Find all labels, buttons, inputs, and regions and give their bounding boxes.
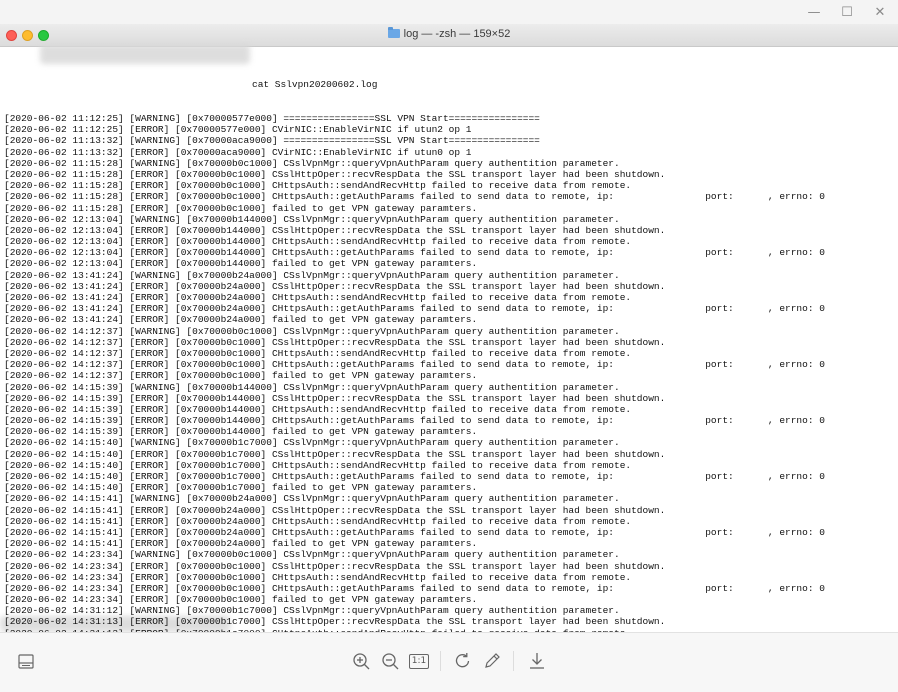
terminal-title: log — -zsh — 159×52: [0, 27, 898, 40]
log-line: [2020-06-02 14:12:37] [WARNING] [0x70000…: [4, 325, 620, 337]
log-line: [2020-06-02 12:13:04] [WARNING] [0x70000…: [4, 213, 620, 225]
log-line: [2020-06-02 11:15:28] [WARNING] [0x70000…: [4, 157, 620, 169]
log-line: [2020-06-02 11:13:32] [WARNING] [0x70000…: [4, 135, 540, 147]
log-line: [2020-06-02 14:15:40] [ERROR] [0x70000b1…: [4, 482, 478, 494]
download-icon[interactable]: [525, 649, 549, 673]
log-line: [2020-06-02 14:15:39] [ERROR] [0x70000b1…: [4, 392, 666, 404]
log-line: [2020-06-02 13:41:24] [WARNING] [0x70000…: [4, 269, 620, 281]
log-line: [2020-06-02 14:23:34] [ERROR] [0x70000b0…: [4, 560, 666, 572]
log-line: [2020-06-02 12:13:04] [ERROR] [0x70000b1…: [4, 224, 666, 236]
log-line: [2020-06-02 13:41:24] [ERROR] [0x70000b2…: [4, 303, 825, 315]
actual-size-icon[interactable]: 1:1: [407, 649, 431, 673]
close-icon[interactable]: ✕: [872, 5, 888, 21]
rotate-icon[interactable]: [451, 649, 475, 673]
log-line: [2020-06-02 12:13:04] [ERROR] [0x70000b1…: [4, 258, 478, 270]
log-line: [2020-06-02 14:15:41] [ERROR] [0x70000b2…: [4, 515, 632, 527]
log-line: [2020-06-02 12:13:04] [ERROR] [0x70000b1…: [4, 236, 632, 248]
log-line: [2020-06-02 11:15:28] [ERROR] [0x70000b0…: [4, 180, 632, 192]
log-line: [2020-06-02 14:31:13] [ERROR] [0x70000b1…: [4, 616, 666, 628]
log-line: [2020-06-02 14:12:37] [ERROR] [0x70000b0…: [4, 370, 478, 382]
log-line: [2020-06-02 14:15:39] [ERROR] [0x70000b1…: [4, 426, 478, 438]
terminal-title-text: log — -zsh — 159×52: [403, 28, 511, 40]
terminal-output[interactable]: cat Sslvpn20200602.log [2020-06-02 11:12…: [4, 57, 894, 632]
log-line: [2020-06-02 14:15:41] [ERROR] [0x70000b2…: [4, 504, 666, 516]
log-line: [2020-06-02 14:15:41] [WARNING] [0x70000…: [4, 493, 620, 505]
log-line: [2020-06-02 12:13:04] [ERROR] [0x70000b1…: [4, 247, 825, 259]
zoom-in-icon[interactable]: [349, 649, 373, 673]
terminal-window: log — -zsh — 159×52 cat Sslvpn20200602.l…: [0, 24, 898, 632]
log-line: [2020-06-02 14:12:37] [ERROR] [0x70000b0…: [4, 336, 666, 348]
log-line: [2020-06-02 11:12:25] [WARNING] [0x70000…: [4, 113, 540, 124]
edit-pen-icon[interactable]: [480, 649, 504, 673]
log-line: [2020-06-02 14:15:39] [ERROR] [0x70000b1…: [4, 415, 825, 427]
log-line: [2020-06-02 13:41:24] [ERROR] [0x70000b2…: [4, 292, 632, 303]
log-line: [2020-06-02 14:31:12] [WARNING] [0x70000…: [4, 605, 620, 617]
toolbar-divider: [440, 651, 441, 671]
log-line: [2020-06-02 11:15:28] [ERROR] [0x70000b0…: [4, 202, 478, 214]
log-line: [2020-06-02 14:15:40] [ERROR] [0x70000b1…: [4, 471, 825, 482]
log-line: [2020-06-02 14:15:40] [WARNING] [0x70000…: [4, 437, 620, 449]
command-text: cat Sslvpn20200602.log: [252, 79, 378, 91]
log-line: [2020-06-02 14:23:34] [ERROR] [0x70000b0…: [4, 594, 478, 606]
sidebar-icon[interactable]: [14, 649, 38, 673]
zoom-out-icon[interactable]: [378, 649, 402, 673]
log-line: [2020-06-02 14:15:41] [ERROR] [0x70000b2…: [4, 526, 825, 538]
folder-icon: [387, 27, 400, 38]
log-line: [2020-06-02 14:23:34] [ERROR] [0x70000b0…: [4, 582, 825, 594]
minimize-icon[interactable]: —: [806, 5, 822, 21]
log-line: [2020-06-02 14:23:34] [WARNING] [0x70000…: [4, 549, 620, 561]
log-line: [2020-06-02 11:12:25] [ERROR] [0x7000057…: [4, 124, 472, 136]
log-line: [2020-06-02 14:15:40] [ERROR] [0x70000b1…: [4, 459, 632, 471]
log-line: [2020-06-02 14:15:41] [ERROR] [0x70000b2…: [4, 538, 478, 550]
log-line: [2020-06-02 14:15:40] [ERROR] [0x70000b1…: [4, 448, 666, 460]
log-line: [2020-06-02 14:15:39] [ERROR] [0x70000b1…: [4, 403, 632, 415]
log-line: [2020-06-02 13:41:24] [ERROR] [0x70000b2…: [4, 280, 666, 292]
log-line: [2020-06-02 14:12:37] [ERROR] [0x70000b0…: [4, 347, 632, 359]
log-line: [2020-06-02 14:15:39] [WARNING] [0x70000…: [4, 381, 620, 393]
log-line: [2020-06-02 11:15:28] [ERROR] [0x70000b0…: [4, 191, 825, 203]
viewer-toolbar: 1:1: [0, 632, 898, 692]
maximize-icon[interactable]: ☐: [839, 5, 855, 21]
toolbar-divider: [513, 651, 514, 671]
command-line: cat Sslvpn20200602.log: [4, 79, 894, 90]
log-line: [2020-06-02 14:23:34] [ERROR] [0x70000b0…: [4, 571, 632, 583]
log-line: [2020-06-02 14:12:37] [ERROR] [0x70000b0…: [4, 359, 825, 371]
actual-size-label: 1:1: [408, 653, 430, 669]
log-line: [2020-06-02 11:15:28] [ERROR] [0x70000b0…: [4, 168, 666, 180]
log-lines: [2020-06-02 11:12:25] [WARNING] [0x70000…: [4, 113, 894, 632]
log-line: [2020-06-02 13:41:24] [ERROR] [0x70000b2…: [4, 314, 478, 326]
log-line: [2020-06-02 11:13:32] [ERROR] [0x70000ac…: [4, 146, 472, 158]
